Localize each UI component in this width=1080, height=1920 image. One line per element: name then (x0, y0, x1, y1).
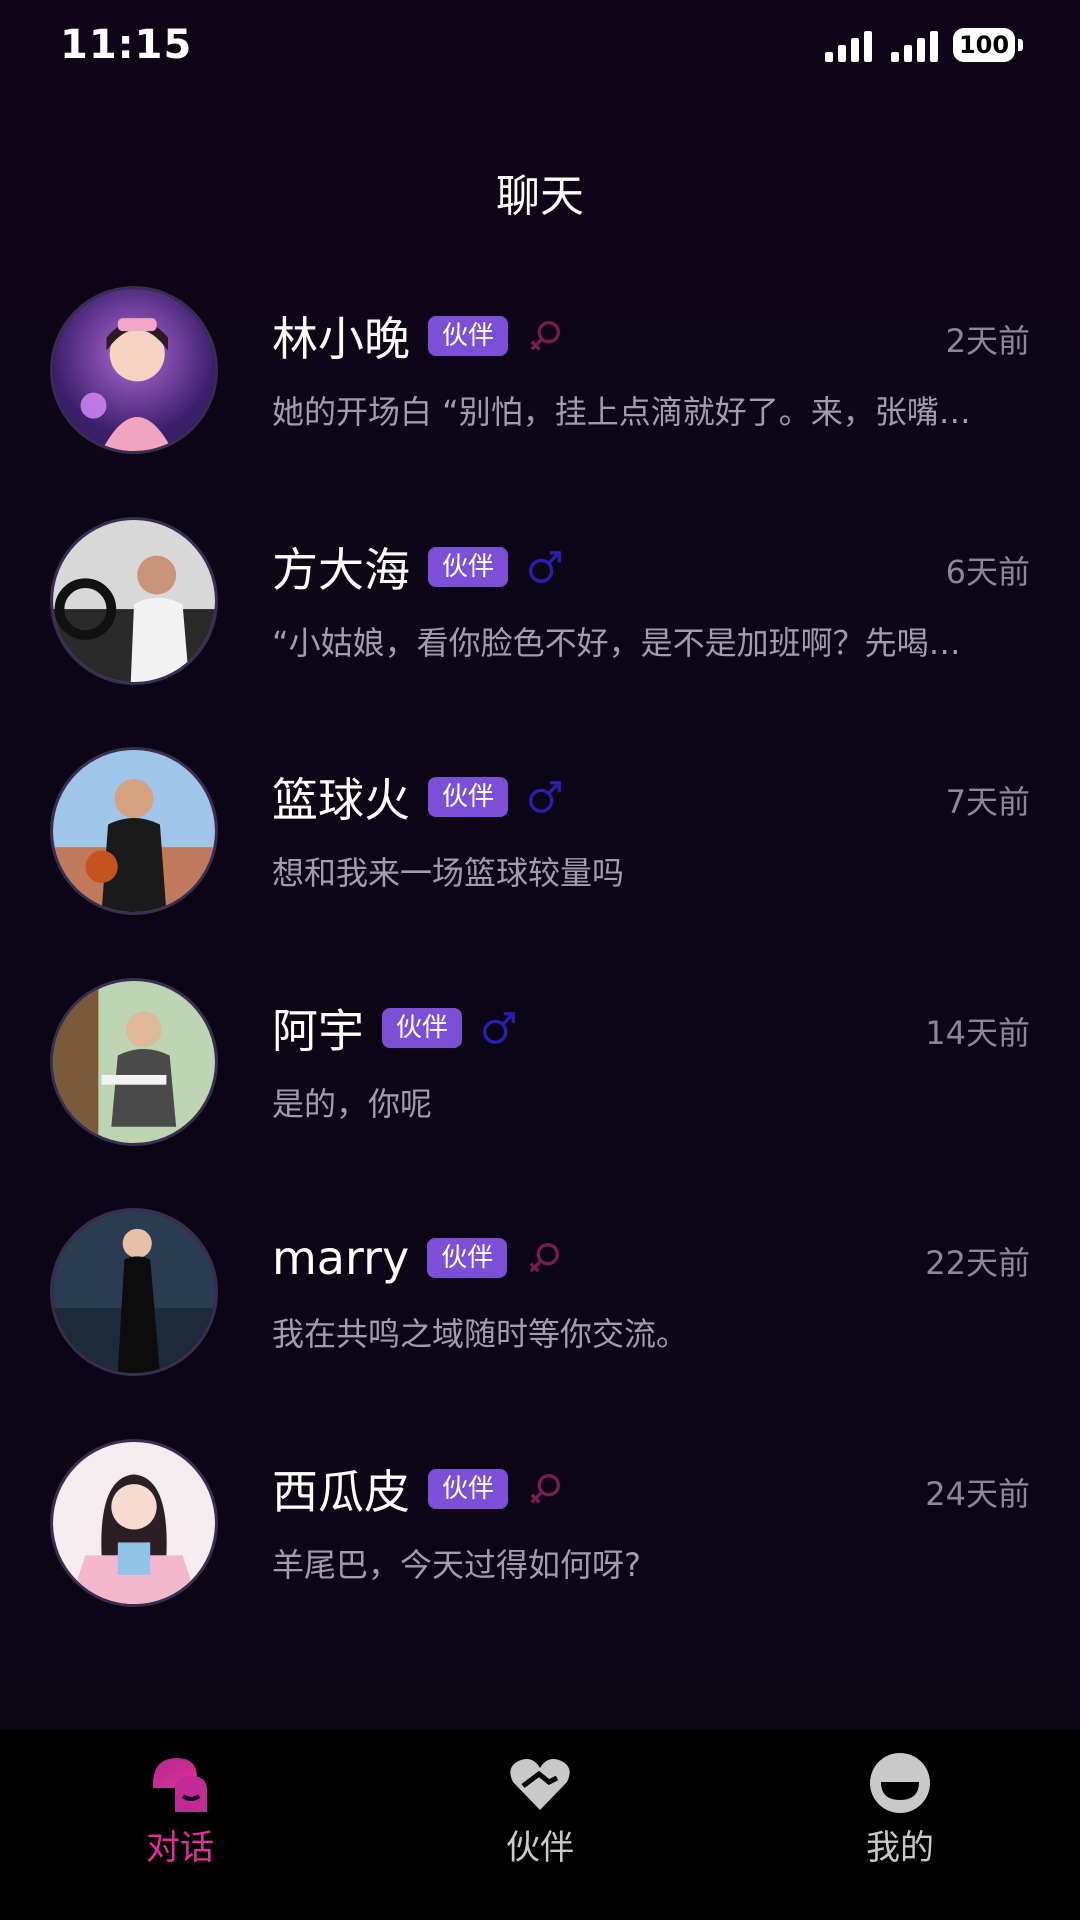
avatar[interactable] (50, 747, 218, 916)
contact-name: 篮球火 (272, 773, 410, 828)
message-preview: 她的开场白 “别怕，挂上点滴就好了。来，张嘴… (272, 393, 971, 431)
tab-label: 伙伴 (506, 1828, 574, 1868)
partner-badge: 伙伴 (428, 1468, 509, 1509)
tab-mine[interactable]: 我的 (800, 1742, 1000, 1892)
tab-label: 我的 (866, 1828, 934, 1868)
status-time: 11:15 (60, 22, 193, 68)
chat-time: 2天前 (945, 322, 1030, 360)
avatar[interactable] (50, 977, 218, 1146)
name-row: 方大海 伙伴 (272, 541, 564, 597)
name-row: 西瓜皮 伙伴 (272, 1463, 564, 1519)
tab-chat[interactable]: 对话 (80, 1742, 280, 1892)
battery-tip (1018, 39, 1023, 51)
partner-badge: 伙伴 (382, 1007, 463, 1048)
partner-badge: 伙伴 (428, 777, 509, 818)
page-title: 聊天 (496, 171, 584, 222)
contact-name: 林小晚 (272, 312, 410, 366)
avatar[interactable] (50, 286, 218, 454)
chat-bubbles-icon (153, 1758, 207, 1812)
chat-time: 6天前 (945, 552, 1030, 591)
female-icon (530, 321, 560, 351)
male-icon (483, 1011, 515, 1044)
chat-item[interactable]: 林小晚 伙伴 2天前 她的开场白 “别怕，挂上点滴就好了。来，张嘴… (0, 280, 1080, 511)
partner-badge: 伙伴 (427, 1238, 508, 1279)
chat-time: 22天前 (925, 1244, 1030, 1283)
chat-time: 14天前 (925, 1013, 1030, 1052)
chat-time: 24天前 (925, 1474, 1030, 1513)
chat-item[interactable]: marry 伙伴 22天前 我在共鸣之域随时等你交流。 (0, 1202, 1080, 1433)
signal-icon (825, 30, 872, 62)
battery-level: 100 (958, 31, 1010, 59)
avatar[interactable] (50, 1438, 218, 1607)
chat-item[interactable]: 篮球火 伙伴 7天前 想和我来一场篮球较量吗 (0, 741, 1080, 972)
chat-time: 7天前 (945, 783, 1030, 822)
chat-list: 林小晚 伙伴 2天前 她的开场白 “别怕，挂上点滴就好了。来，张嘴… 方大海 伙… (0, 280, 1080, 1664)
female-icon (529, 1243, 560, 1273)
message-preview: 我在共鸣之域随时等你交流。 (272, 1315, 689, 1354)
status-bar: 11:15 100 (0, 0, 1080, 95)
tab-label: 对话 (146, 1828, 214, 1868)
message-preview: “小姑娘，看你脸色不好，是不是加班啊？先喝… (272, 623, 961, 662)
partner-badge: 伙伴 (428, 546, 509, 587)
partner-badge: 伙伴 (428, 316, 509, 356)
name-row: 林小晚 伙伴 (272, 310, 564, 366)
battery-icon: 100 (953, 28, 1015, 62)
chat-item[interactable]: 阿宇 伙伴 14天前 是的，你呢 (0, 972, 1080, 1203)
heart-handshake-icon (510, 1759, 570, 1810)
contact-name: 阿宇 (272, 1003, 364, 1058)
contact-name: marry (272, 1231, 410, 1286)
male-icon (529, 550, 561, 583)
tab-bar: 对话 伙伴 我的 (0, 1730, 1080, 1920)
name-row: 阿宇 伙伴 (272, 1002, 518, 1058)
message-preview: 是的，你呢 (272, 1084, 433, 1123)
contact-name: 西瓜皮 (272, 1464, 410, 1519)
avatar[interactable] (50, 1208, 218, 1377)
tab-partner[interactable]: 伙伴 (440, 1742, 640, 1892)
chat-item[interactable]: 方大海 伙伴 6天前 “小姑娘，看你脸色不好，是不是加班啊？先喝… (0, 511, 1080, 742)
contact-name: 方大海 (272, 542, 410, 597)
avatar[interactable] (50, 516, 218, 685)
name-row: marry 伙伴 (272, 1231, 563, 1286)
message-preview: 羊尾巴，今天过得如何呀? (272, 1545, 641, 1584)
male-icon (529, 781, 561, 814)
name-row: 篮球火 伙伴 (272, 771, 564, 827)
signal-icon-2 (891, 30, 938, 62)
chat-item[interactable]: 西瓜皮 伙伴 24天前 羊尾巴，今天过得如何呀? (0, 1433, 1080, 1664)
message-preview: 想和我来一场篮球较量吗 (272, 854, 625, 893)
profile-face-icon (870, 1753, 930, 1813)
female-icon (530, 1474, 560, 1504)
